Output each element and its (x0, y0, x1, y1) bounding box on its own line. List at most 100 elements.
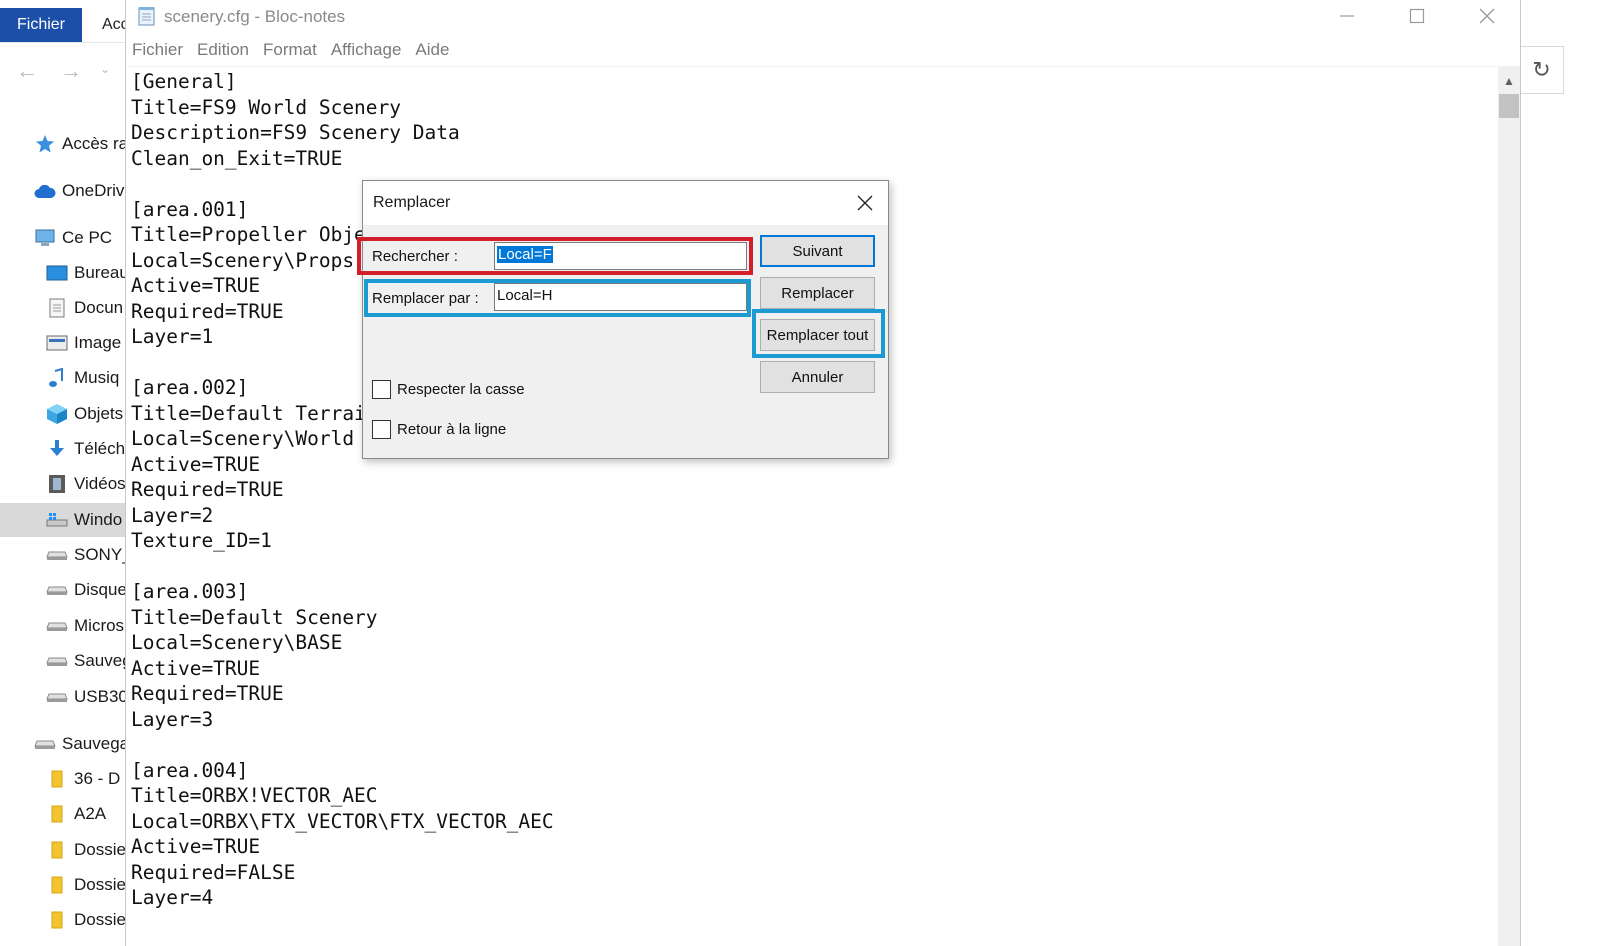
drive-icon (46, 580, 68, 600)
text-line: Layer=3 (131, 707, 214, 731)
cube-icon (46, 404, 68, 424)
nav-item-label: 36 - D (74, 769, 121, 788)
nav-item-label: Vidéos (74, 474, 126, 493)
text-line: [General] (131, 70, 237, 93)
text-line: Clean_on_Exit=TRUE (131, 146, 343, 170)
text-line (131, 732, 554, 758)
folder-icon (46, 840, 68, 860)
drive-icon (46, 687, 68, 707)
text-line: Description=FS9 Scenery Data (131, 121, 460, 144)
ribbon-tab-fichier[interactable]: Fichier (0, 8, 82, 42)
nav-item[interactable]: Micros (0, 609, 126, 643)
nav-item-label: Micros (74, 616, 125, 635)
recent-locations-chevron-icon[interactable]: ⌄ (100, 62, 110, 76)
text-line: Title=Default Scenery (131, 605, 378, 629)
nav-item[interactable]: Sauvega (0, 727, 126, 761)
back-arrow-icon[interactable]: ← (16, 58, 38, 84)
folder-icon (46, 910, 68, 930)
nav-item[interactable]: Dossie (0, 868, 126, 902)
notepad-document-icon (138, 7, 155, 26)
text-line: [area.003] (131, 580, 249, 603)
cancel-button[interactable]: Annuler (760, 361, 875, 393)
nav-item-label: Bureau (74, 263, 126, 282)
ribbon-divider (0, 42, 126, 43)
menu-item[interactable]: Fichier (132, 40, 183, 66)
replace-button[interactable]: Remplacer (760, 277, 875, 309)
menu-item[interactable]: Aide (415, 40, 449, 66)
scroll-thumb[interactable] (1499, 94, 1519, 118)
nav-item[interactable]: Dossie (0, 833, 126, 867)
drive-icon (46, 616, 68, 636)
minimize-icon (1340, 15, 1354, 17)
nav-item-label: Objets (74, 404, 124, 423)
close-window-button[interactable] (1464, 0, 1510, 32)
refresh-icon: ↻ (1532, 57, 1551, 82)
nav-item[interactable]: Ce PC (0, 221, 126, 255)
dialog-close-button[interactable] (848, 187, 882, 219)
nav-item-label: Téléch (74, 439, 126, 458)
music-icon (46, 368, 68, 388)
text-line: Texture_ID=1 (131, 529, 272, 552)
nav-item[interactable]: OneDriv (0, 174, 126, 208)
nav-item[interactable]: A2A (0, 797, 126, 831)
nav-item-label: Sauvega (62, 734, 126, 753)
text-line: Title=FS9 World Scenery (131, 95, 402, 119)
refresh-button[interactable]: ↻ (1520, 46, 1564, 94)
video-icon (46, 474, 68, 494)
minimize-button[interactable] (1324, 0, 1370, 32)
nav-item[interactable]: Vidéos (0, 467, 126, 501)
next-button[interactable]: Suivant (760, 235, 875, 267)
nav-item[interactable]: Objets (0, 397, 126, 431)
wrap-around-checkbox[interactable] (372, 420, 391, 439)
nav-item[interactable]: Musiq (0, 361, 126, 395)
find-field-highlight-frame (357, 237, 753, 275)
dialog-title: Remplacer (373, 194, 451, 211)
nav-item[interactable]: 36 - D (0, 762, 126, 796)
nav-item[interactable]: Bureau (0, 256, 126, 290)
nav-item[interactable]: Téléch (0, 432, 126, 466)
nav-item[interactable]: USB30 (0, 680, 126, 714)
nav-item[interactable]: SONY_ (0, 538, 126, 572)
close-icon (1479, 8, 1495, 24)
desktop-icon (46, 263, 68, 283)
maximize-button[interactable] (1394, 0, 1440, 32)
match-case-checkbox[interactable] (372, 380, 391, 399)
nav-item[interactable]: Sauveg (0, 644, 126, 678)
wrap-around-option[interactable]: Retour à la ligne (372, 420, 506, 439)
nav-item[interactable]: Accès ra (0, 127, 126, 161)
nav-item[interactable]: Dossie (0, 903, 126, 937)
match-case-label: Respecter la casse (397, 381, 525, 398)
text-line: [area.004] (131, 758, 249, 782)
notepad-window: scenery.cfg - Bloc-notes Fichier Edition F… (125, 0, 1521, 946)
document-icon (46, 298, 68, 318)
text-line: Required=TRUE (131, 682, 284, 705)
nav-item-label: USB30 (74, 687, 126, 706)
forward-arrow-icon[interactable]: → (60, 58, 82, 84)
star-icon (34, 134, 56, 154)
wrap-around-label: Retour à la ligne (397, 421, 507, 438)
cloud-icon (34, 181, 56, 201)
drive-icon (46, 651, 68, 671)
text-line: Required=FALSE (131, 860, 296, 884)
nav-item-label: Dossie (74, 840, 126, 859)
vertical-scrollbar[interactable]: ▲ (1498, 66, 1520, 946)
match-case-option[interactable]: Respecter la casse (372, 380, 525, 399)
nav-item-label: SONY_ (74, 545, 126, 564)
scroll-up-arrow-icon[interactable]: ▲ (1498, 68, 1520, 94)
menu-item[interactable]: Affichage (331, 40, 402, 66)
text-line: Title=ORBX!VECTOR_AEC (131, 784, 378, 807)
replace-dialog-titlebar: Remplacer (363, 181, 888, 225)
nav-item[interactable]: Disque (0, 573, 126, 607)
menu-item[interactable]: Edition (197, 40, 249, 66)
nav-item-label: Image (74, 333, 122, 352)
download-icon (46, 439, 68, 459)
nav-item[interactable]: Image (0, 326, 126, 360)
text-line (131, 554, 554, 580)
image-icon (46, 333, 68, 353)
nav-item[interactable]: Docun (0, 291, 126, 325)
nav-item-label: Dossie (74, 910, 126, 929)
text-line: Local=Scenery\BASE (131, 631, 343, 654)
nav-item-label: Ce PC (62, 228, 113, 247)
menu-item[interactable]: Format (263, 40, 317, 66)
nav-item[interactable]: Windo (0, 503, 126, 537)
